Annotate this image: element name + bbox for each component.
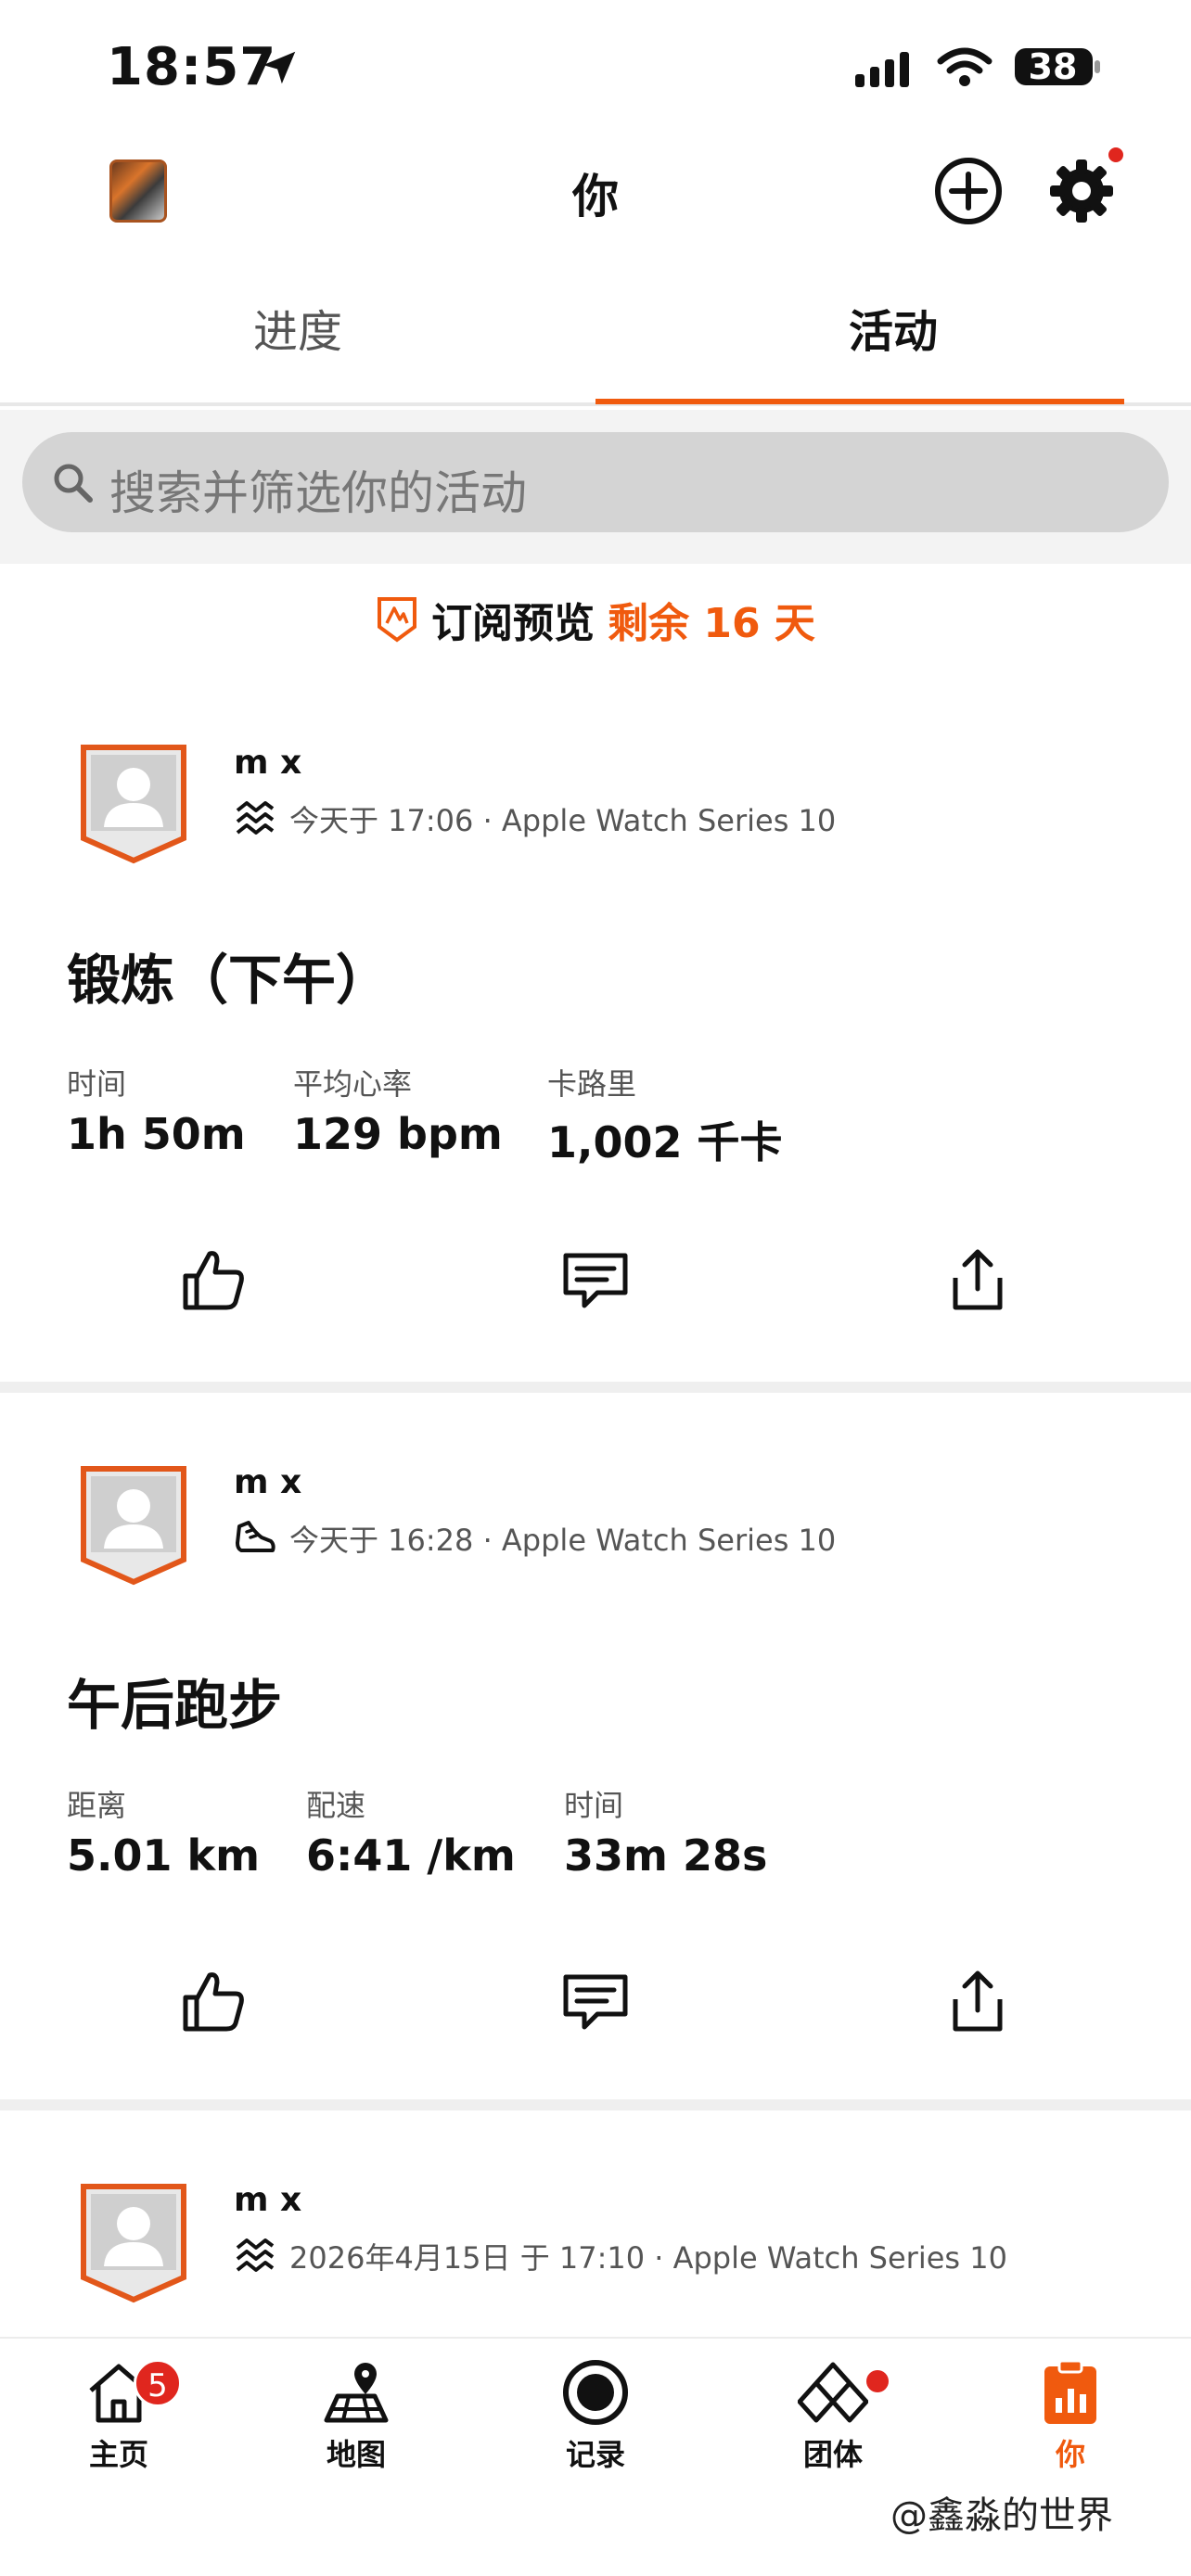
gear-icon[interactable] <box>1046 156 1117 226</box>
subscription-banner[interactable]: 订阅预览 剩余 16 天 <box>0 590 1191 647</box>
stat-label: 时间 <box>564 1788 624 1823</box>
nav-groups[interactable]: 团体 <box>759 2357 907 2474</box>
search-section: 搜索并筛选你的活动 <box>0 410 1191 564</box>
subscription-label: 订阅预览 <box>431 600 596 647</box>
comment-icon[interactable] <box>560 1244 631 1315</box>
tab-progress[interactable]: 进度 <box>0 295 596 360</box>
athlete-name[interactable]: m x <box>234 1463 301 1501</box>
activity-meta: 今天于 16:28 · Apple Watch Series 10 <box>234 1517 836 1560</box>
nav-label: 主页 <box>88 2437 148 2472</box>
notification-dot <box>866 2370 889 2392</box>
active-tab-indicator <box>596 399 1124 404</box>
record-icon <box>563 2360 628 2425</box>
avatar-icon <box>81 745 186 864</box>
stat-label: 距离 <box>67 1788 127 1823</box>
subscription-shield-icon <box>378 597 417 643</box>
nav-map[interactable]: 地图 <box>282 2357 430 2474</box>
status-bar: 18:57 38 <box>0 0 1191 139</box>
status-time: 18:57 <box>107 37 277 97</box>
stat-label: 配速 <box>306 1788 366 1823</box>
search-input[interactable]: 搜索并筛选你的活动 <box>22 432 1169 532</box>
run-shoe-icon <box>236 1521 275 1552</box>
page-title: 你 <box>572 170 619 223</box>
activity-meta-text: 2026年4月15日 于 17:10 · Apple Watch Series … <box>289 2240 1007 2276</box>
activity-meta-text: 今天于 16:28 · Apple Watch Series 10 <box>289 1523 837 1558</box>
share-icon[interactable] <box>942 1244 1013 1315</box>
you-icon <box>1044 2359 1096 2424</box>
stat-value: 1h 50m <box>67 1109 246 1159</box>
wifi-icon <box>937 47 992 86</box>
workout-icon <box>236 2238 275 2272</box>
stat-value: 33m 28s <box>564 1830 768 1881</box>
activity-meta: 今天于 17:06 · Apple Watch Series 10 <box>234 797 836 840</box>
stat-label: 时间 <box>67 1066 127 1102</box>
nav-label: 你 <box>1055 2437 1085 2472</box>
bottom-nav: 主页 5 地图 记录 团体 你 <box>0 2337 1191 2576</box>
activity-card[interactable]: m x 今天于 16:28 · Apple Watch Series 10 午后… <box>0 1393 1191 2103</box>
stat-value: 6:41 /km <box>306 1830 516 1881</box>
stat-value: 1,002 千卡 <box>547 1117 783 1167</box>
stat-value: 129 bpm <box>293 1109 503 1159</box>
stat-value: 5.01 km <box>67 1830 261 1881</box>
athlete-name[interactable]: m x <box>234 744 301 782</box>
stat-label: 平均心率 <box>293 1066 413 1102</box>
nav-record[interactable]: 记录 <box>521 2357 670 2474</box>
add-icon[interactable] <box>933 156 1004 226</box>
location-arrow-icon <box>263 51 296 84</box>
notification-badge: 5 <box>134 2359 182 2407</box>
nav-label: 记录 <box>565 2437 625 2472</box>
avatar-icon <box>81 2184 186 2303</box>
comment-icon[interactable] <box>560 1966 631 2036</box>
battery-level: 38 <box>1028 46 1078 87</box>
stat-label: 卡路里 <box>547 1066 637 1102</box>
kudos-thumb-icon[interactable] <box>178 1966 249 2036</box>
activity-meta: 2026年4月15日 于 17:10 · Apple Watch Series … <box>234 2235 1007 2277</box>
nav-you[interactable]: 你 <box>996 2357 1145 2474</box>
activity-card[interactable]: m x 今天于 17:06 · Apple Watch Series 10 锻炼… <box>0 668 1191 1382</box>
tab-bar: 进度 活动 <box>0 269 1191 406</box>
share-icon[interactable] <box>942 1966 1013 2036</box>
activity-meta-text: 今天于 17:06 · Apple Watch Series 10 <box>289 803 837 838</box>
card-divider <box>0 2099 1191 2111</box>
workout-icon <box>236 801 275 835</box>
nav-home[interactable]: 主页 5 <box>45 2357 193 2474</box>
nav-label: 地图 <box>326 2437 386 2472</box>
activity-title[interactable]: 锻炼（下午） <box>67 937 390 1014</box>
activity-title[interactable]: 午后跑步 <box>67 1662 282 1740</box>
groups-icon <box>798 2362 868 2423</box>
athlete-name[interactable]: m x <box>234 2181 301 2219</box>
kudos-thumb-icon[interactable] <box>178 1244 249 1315</box>
search-placeholder: 搜索并筛选你的活动 <box>109 466 527 520</box>
settings-notification-dot <box>1106 145 1126 165</box>
nav-label: 团体 <box>802 2437 863 2472</box>
tab-activity[interactable]: 活动 <box>596 295 1191 360</box>
map-icon <box>324 2363 389 2423</box>
cellular-signal-icon <box>855 52 909 87</box>
search-icon <box>54 464 93 503</box>
activity-card[interactable]: m x 2026年4月15日 于 17:10 · Apple Watch Ser… <box>0 2111 1191 2337</box>
avatar-icon <box>81 1466 186 1586</box>
watermark: @鑫淼的世界 <box>890 2494 1113 2537</box>
subscription-remaining: 剩余 16 天 <box>608 600 815 647</box>
card-divider <box>0 1382 1191 1393</box>
